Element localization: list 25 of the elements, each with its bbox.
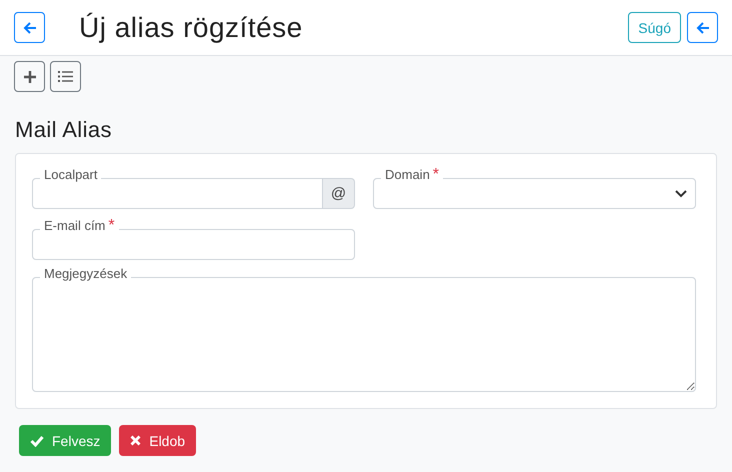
chevron-down-icon (675, 190, 687, 198)
page-title: Új alias rögzítése (79, 12, 303, 44)
list-icon (58, 70, 73, 83)
check-icon (30, 434, 44, 446)
arrow-left-icon (22, 20, 36, 34)
required-mark: * (432, 167, 440, 183)
select-field[interactable] (373, 178, 696, 209)
close-icon (130, 435, 142, 446)
field-label: Domain (385, 167, 430, 183)
list-button[interactable] (50, 61, 81, 92)
field-label: E-mail cím (44, 218, 106, 234)
required-mark: * (108, 218, 115, 234)
section-title: Mail Alias (15, 117, 113, 143)
help-button[interactable]: Súgó (628, 12, 681, 43)
back-button[interactable] (14, 12, 45, 43)
plus-icon (22, 70, 36, 84)
back-button[interactable] (687, 12, 718, 43)
save-button[interactable]: Felvesz (19, 425, 112, 456)
add-button[interactable] (14, 61, 45, 92)
input-field[interactable] (32, 229, 355, 260)
field-label: Megjegyzések (44, 266, 128, 282)
field-label: Localpart (44, 167, 98, 183)
arrow-left-icon (696, 20, 710, 34)
cancel-button[interactable]: Eldob (119, 425, 196, 456)
input-addon: @ (323, 178, 355, 209)
